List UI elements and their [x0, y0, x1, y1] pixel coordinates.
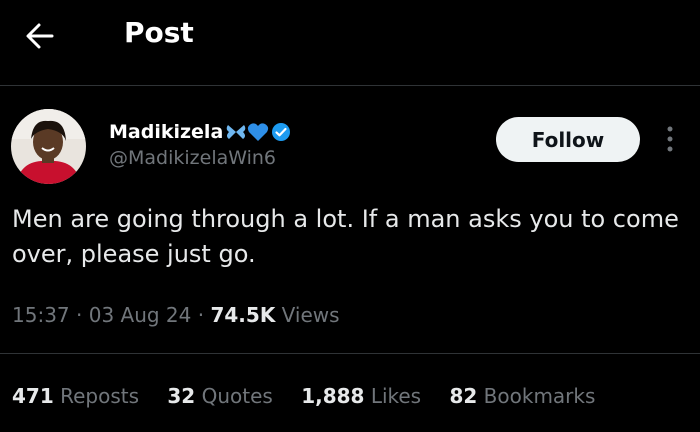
top-bar: Post — [0, 0, 700, 72]
author-emojis — [225, 122, 291, 142]
butterfly-icon — [226, 125, 246, 139]
reposts-stat[interactable]: 471 Reposts — [12, 384, 139, 408]
arrow-left-icon[interactable] — [22, 18, 58, 54]
bookmarks-stat[interactable]: 82 Bookmarks — [449, 384, 595, 408]
likes-stat[interactable]: 1,888 Likes — [301, 384, 421, 408]
quotes-stat[interactable]: 32 Quotes — [167, 384, 272, 408]
bookmarks-count: 82 — [449, 384, 478, 408]
meta-separator: · — [197, 303, 211, 327]
quotes-label: Quotes — [201, 384, 273, 408]
follow-button[interactable]: Follow — [496, 117, 640, 162]
author-name[interactable]: Madikizela — [109, 121, 223, 143]
meta-separator: · — [76, 303, 89, 327]
post-metadata: 15:37 · 03 Aug 24 · 74.5K Views — [12, 303, 340, 327]
page-title: Post — [124, 16, 194, 49]
reposts-label: Reposts — [60, 384, 140, 408]
views-label: Views — [281, 303, 340, 327]
quotes-count: 32 — [167, 384, 196, 408]
author-handle[interactable]: @MadikizelaWin6 — [109, 147, 276, 169]
verified-badge-icon — [272, 123, 291, 141]
stats-divider — [0, 353, 700, 354]
header-divider — [0, 85, 700, 86]
author-name-row[interactable]: Madikizela — [109, 121, 291, 143]
post-time[interactable]: 15:37 — [12, 303, 70, 327]
post-date[interactable]: 03 Aug 24 — [89, 303, 192, 327]
engagement-stats: 471 Reposts 32 Quotes 1,888 Likes 82 Boo… — [12, 384, 617, 408]
views-count: 74.5K — [210, 303, 276, 327]
bookmarks-label: Bookmarks — [483, 384, 596, 408]
likes-count: 1,888 — [301, 384, 365, 408]
avatar[interactable] — [11, 109, 86, 184]
more-options-icon[interactable] — [660, 124, 680, 154]
post-text: Men are going through a lot. If a man as… — [12, 205, 679, 268]
likes-label: Likes — [370, 384, 422, 408]
reposts-count: 471 — [12, 384, 54, 408]
blue-heart-icon — [248, 123, 269, 141]
